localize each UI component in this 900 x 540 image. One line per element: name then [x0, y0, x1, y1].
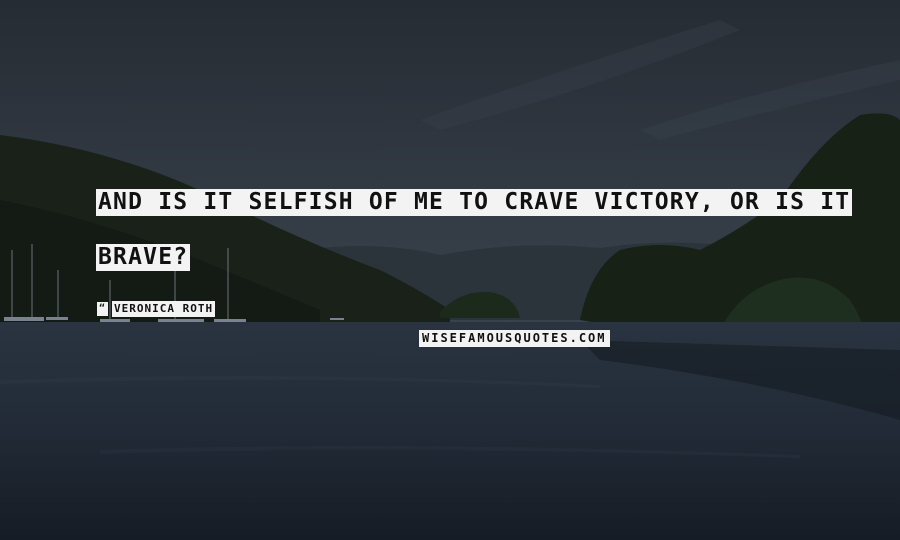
author-name: VERONICA ROTH	[112, 301, 216, 317]
quote-text-line-1: AND IS IT SELFISH OF ME TO CRAVE VICTORY…	[96, 189, 853, 216]
quote-text-line-2: BRAVE?	[96, 244, 191, 271]
author-credit: “ VERONICA ROTH	[97, 301, 216, 317]
site-watermark: WISEFAMOUSQUOTES.COM	[419, 330, 610, 347]
quote-image: AND IS IT SELFISH OF ME TO CRAVE VICTORY…	[0, 0, 900, 540]
quote-mark-icon: “	[97, 302, 108, 316]
